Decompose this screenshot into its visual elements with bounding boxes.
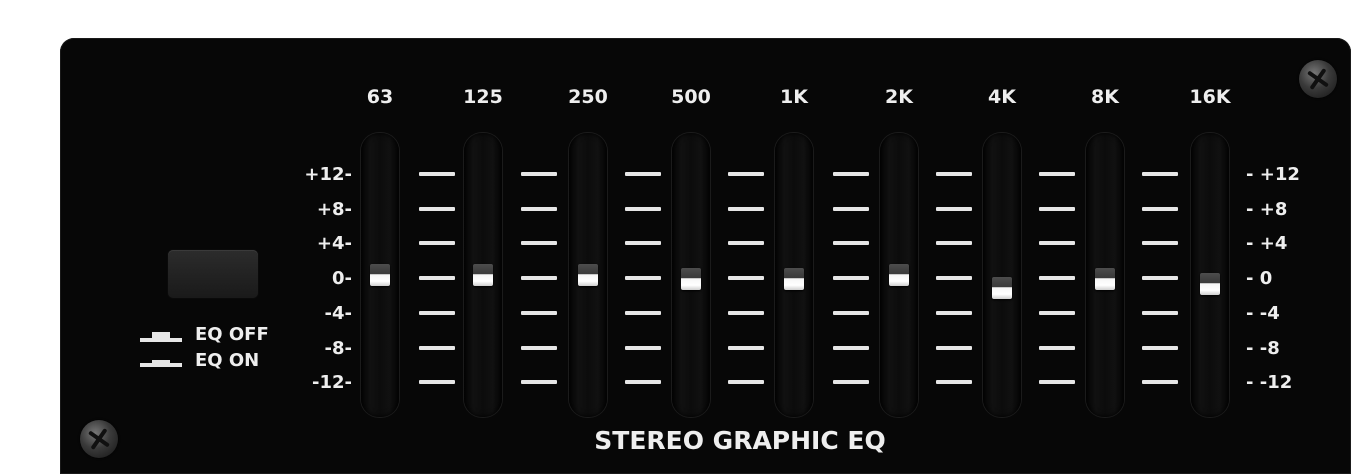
scale-label-left: -4- <box>324 303 352 324</box>
scale-tick <box>1039 346 1075 350</box>
fader-knob-500[interactable] <box>681 268 701 291</box>
scale-tick <box>728 241 764 245</box>
scale-tick <box>833 276 869 280</box>
band-label-2k: 2K <box>885 86 913 108</box>
scale-label-right: - 0 <box>1246 268 1273 289</box>
scale-tick <box>521 172 557 176</box>
scale-tick <box>1039 311 1075 315</box>
scale-tick <box>625 276 661 280</box>
scale-tick <box>1142 207 1178 211</box>
scale-tick <box>521 380 557 384</box>
scale-tick <box>521 241 557 245</box>
scale-tick <box>833 207 869 211</box>
scale-tick <box>728 276 764 280</box>
scale-tick <box>728 172 764 176</box>
scale-tick <box>419 346 455 350</box>
scale-tick <box>833 172 869 176</box>
scale-label-right: - +12 <box>1246 164 1300 185</box>
scale-tick <box>521 311 557 315</box>
scale-tick <box>1142 311 1178 315</box>
fader-knob-8k[interactable] <box>1095 268 1115 291</box>
scale-tick <box>1039 241 1075 245</box>
screw-icon <box>80 420 118 458</box>
band-label-500: 500 <box>671 86 711 108</box>
band-label-1k: 1K <box>780 86 808 108</box>
scale-tick <box>936 380 972 384</box>
band-label-125: 125 <box>463 86 503 108</box>
scale-tick <box>936 241 972 245</box>
scale-tick <box>1039 207 1075 211</box>
band-label-8k: 8K <box>1091 86 1119 108</box>
scale-tick <box>936 346 972 350</box>
screw-icon <box>1299 60 1337 98</box>
scale-tick <box>625 172 661 176</box>
scale-tick <box>625 241 661 245</box>
eq-on-label: EQ ON <box>195 350 260 371</box>
scale-tick <box>728 207 764 211</box>
scale-label-left: +4- <box>316 233 352 254</box>
scale-tick <box>833 380 869 384</box>
scale-tick <box>728 311 764 315</box>
scale-tick <box>521 346 557 350</box>
band-label-63: 63 <box>366 86 394 108</box>
scale-tick <box>419 241 455 245</box>
scale-tick <box>1039 380 1075 384</box>
panel-title: STEREO GRAPHIC EQ <box>594 426 886 455</box>
scale-tick <box>521 207 557 211</box>
scale-tick <box>521 276 557 280</box>
scale-label-left: -12- <box>312 372 352 393</box>
scale-tick <box>728 346 764 350</box>
fader-knob-125[interactable] <box>473 264 493 286</box>
fader-knob-4k[interactable] <box>992 277 1012 300</box>
scale-tick <box>625 380 661 384</box>
scale-tick <box>419 311 455 315</box>
band-label-250: 250 <box>568 86 608 108</box>
scale-tick <box>1142 380 1178 384</box>
scale-tick <box>419 207 455 211</box>
scale-label-right: - +4 <box>1246 233 1288 254</box>
scale-tick <box>419 380 455 384</box>
scale-tick <box>1142 172 1178 176</box>
switch-down-icon <box>140 353 182 367</box>
scale-tick <box>936 311 972 315</box>
fader-knob-2k[interactable] <box>889 264 909 286</box>
scale-tick <box>1039 276 1075 280</box>
scale-tick <box>625 311 661 315</box>
fader-knob-63[interactable] <box>370 264 390 286</box>
scale-tick <box>936 172 972 176</box>
fader-track-4k[interactable] <box>983 133 1021 417</box>
scale-label-left: -8- <box>324 338 352 359</box>
scale-label-right: - -8 <box>1246 338 1280 359</box>
scale-tick <box>833 346 869 350</box>
scale-label-left: +8- <box>316 199 352 220</box>
scale-tick <box>419 172 455 176</box>
scale-label-left: +12- <box>304 164 352 185</box>
scale-tick <box>1039 172 1075 176</box>
scale-tick <box>625 207 661 211</box>
eq-off-label: EQ OFF <box>195 324 269 345</box>
scale-tick <box>936 276 972 280</box>
scale-tick <box>833 241 869 245</box>
fader-knob-16k[interactable] <box>1200 272 1220 295</box>
eq-toggle-button[interactable] <box>168 250 258 298</box>
scale-label-right: - -12 <box>1246 372 1293 393</box>
scale-tick <box>833 311 869 315</box>
band-label-4k: 4K <box>988 86 1016 108</box>
scale-tick <box>728 380 764 384</box>
scale-tick <box>1142 276 1178 280</box>
scale-tick <box>1142 241 1178 245</box>
scale-tick <box>1142 346 1178 350</box>
scale-tick <box>419 276 455 280</box>
scale-tick <box>936 207 972 211</box>
scale-label-left: 0- <box>332 268 352 289</box>
scale-tick <box>625 346 661 350</box>
band-label-16k: 16K <box>1189 86 1231 108</box>
switch-up-icon <box>140 328 182 342</box>
scale-label-right: - -4 <box>1246 303 1280 324</box>
scale-label-right: - +8 <box>1246 199 1288 220</box>
fader-knob-1k[interactable] <box>784 268 804 291</box>
fader-knob-250[interactable] <box>578 264 598 286</box>
